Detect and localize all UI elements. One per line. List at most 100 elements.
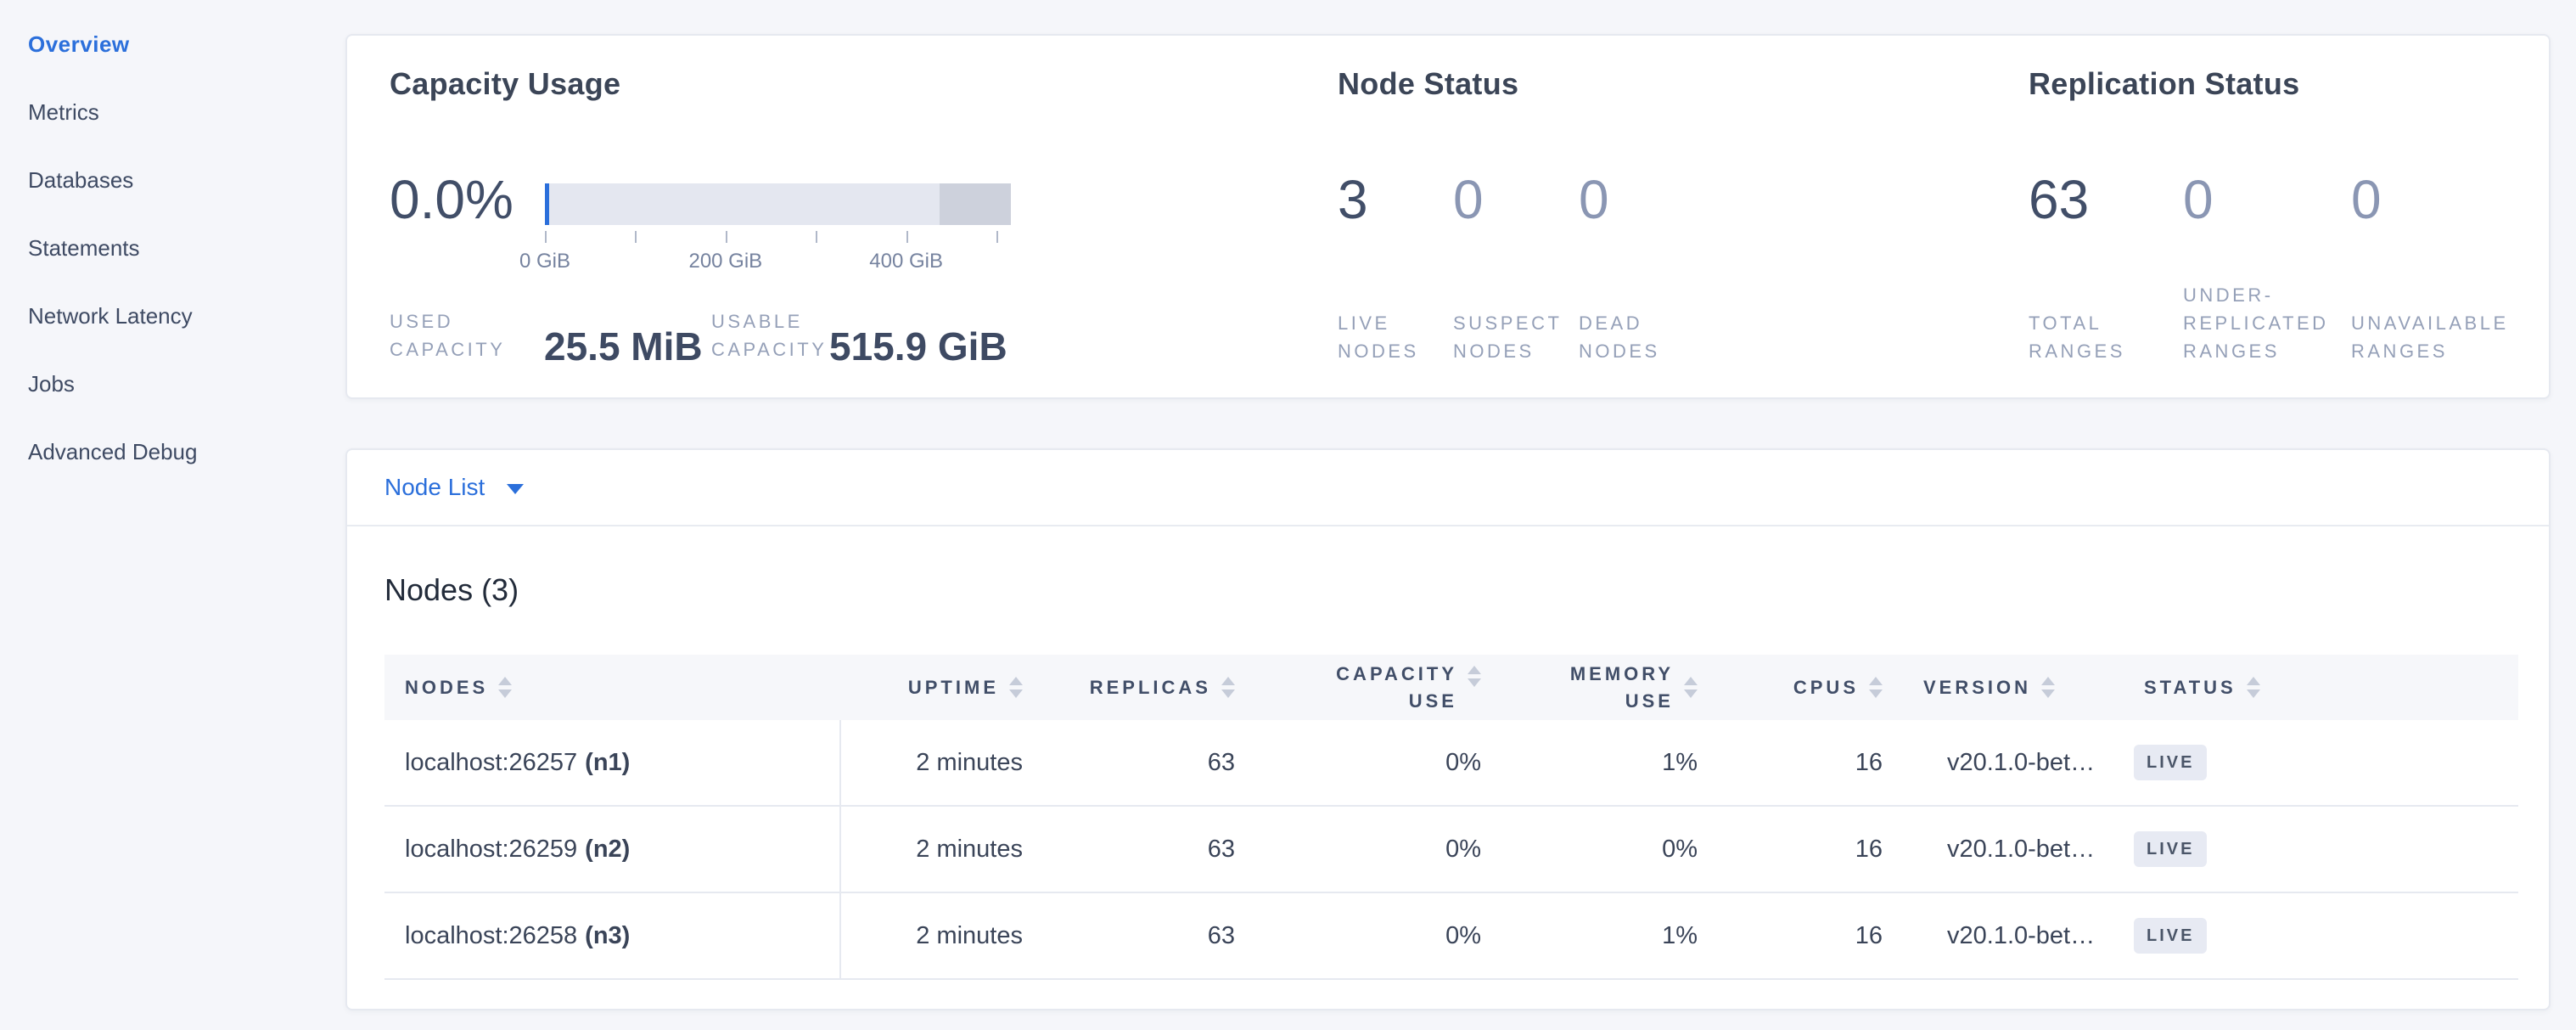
node-list-selector-label: Node List — [384, 474, 485, 501]
sort-icon — [1869, 677, 1883, 698]
sort-desc-icon — [2247, 689, 2260, 698]
axis-tick — [906, 231, 908, 243]
column-header-replicas[interactable]: REPLICAS — [1043, 674, 1255, 701]
cell-node-name[interactable]: localhost:26257(n1) — [384, 720, 839, 805]
sort-icon — [1684, 677, 1698, 698]
column-header-label: VERSION — [1923, 674, 2031, 701]
nodes-table-body: localhost:26257(n1)2 minutes630%1%16v20.… — [384, 720, 2518, 980]
node-status-section: Node Status 3LIVENODES0SUSPECTNODES0DEAD… — [1338, 36, 2025, 397]
column-header-label: CAPACITYUSE — [1336, 661, 1457, 715]
cell-memory-use: 1% — [1501, 720, 1718, 805]
capacity-usage-section: Capacity Usage 0.0% 0 GiB200 GiB400 GiB … — [390, 36, 1332, 397]
sidebar-item-metrics[interactable]: Metrics — [0, 78, 345, 146]
stat-value: 0 — [2351, 172, 2509, 228]
capacity-stat-usable-capacity: USABLECAPACITY515.9 GiB — [711, 307, 1007, 363]
stat-label: DEADNODES — [1579, 309, 1660, 365]
table-row: localhost:26257(n1)2 minutes630%1%16v20.… — [384, 720, 2518, 807]
column-header-label: STATUS — [2144, 674, 2236, 701]
sidebar-item-databases[interactable]: Databases — [0, 146, 345, 214]
sort-asc-icon — [2041, 677, 2055, 685]
sort-desc-icon — [498, 689, 512, 698]
stat-value: 3 — [1338, 172, 1453, 228]
stat-label: TOTALRANGES — [2029, 309, 2183, 365]
sidebar-item-jobs[interactable]: Jobs — [0, 350, 345, 418]
axis-tick — [545, 231, 547, 243]
sort-desc-icon — [2041, 689, 2055, 698]
capacity-stat-value: 515.9 GiB — [829, 329, 1007, 366]
cell-version: v20.1.0-bet… — [1903, 807, 2124, 892]
node-list-view-selector[interactable]: Node List — [384, 474, 524, 501]
sort-icon — [1468, 666, 1481, 687]
column-header-capacity-use[interactable]: CAPACITYUSE — [1255, 661, 1501, 715]
table-row: localhost:26258(n3)2 minutes630%1%16v20.… — [384, 893, 2518, 980]
sort-asc-icon — [1468, 666, 1481, 674]
status-badge: LIVE — [2134, 831, 2207, 867]
cell-uptime: 2 minutes — [839, 807, 1043, 892]
stat-value: 63 — [2029, 172, 2183, 228]
cell-capacity-use: 0% — [1255, 893, 1501, 978]
sidebar-item-statements[interactable]: Statements — [0, 214, 345, 282]
cell-capacity-use: 0% — [1255, 720, 1501, 805]
cell-uptime: 2 minutes — [839, 893, 1043, 978]
stat-under-replicated-ranges: 0 UNDER-REPLICATEDRANGES — [2183, 172, 2351, 365]
capacity-bar-used-segment — [545, 183, 549, 225]
stat-total-ranges: 63 TOTALRANGES — [2029, 172, 2183, 365]
column-header-label: REPLICAS — [1090, 674, 1211, 701]
table-row: localhost:26259(n2)2 minutes630%0%16v20.… — [384, 807, 2518, 893]
column-header-label: UPTIME — [908, 674, 999, 701]
cell-status: LIVE — [2124, 807, 2518, 892]
capacity-axis-ticks — [545, 231, 1011, 248]
nodes-heading: Nodes (3) — [384, 572, 2549, 608]
stat-value: 0 — [1453, 172, 1579, 228]
axis-tick — [726, 231, 727, 243]
column-header-memory-use[interactable]: MEMORY USE — [1501, 661, 1718, 715]
column-header-version[interactable]: VERSION — [1903, 674, 2124, 701]
capacity-bar-chart: 0 GiB200 GiB400 GiB — [545, 183, 1011, 273]
cell-node-name[interactable]: localhost:26258(n3) — [384, 893, 839, 978]
capacity-stat-label: USABLECAPACITY — [711, 307, 829, 363]
capacity-bar-track — [545, 183, 1011, 225]
cell-memory-use: 1% — [1501, 893, 1718, 978]
sort-desc-icon — [1009, 689, 1023, 698]
axis-tick-label: 400 GiB — [869, 250, 943, 273]
axis-tick-label: 200 GiB — [688, 250, 762, 273]
column-header-label: MEMORY USE — [1522, 661, 1674, 715]
sort-asc-icon — [1869, 677, 1883, 685]
sort-icon — [2247, 677, 2260, 698]
axis-tick — [635, 231, 637, 243]
node-list-card: Node List Nodes (3) NODES UPTIME REPLICAS C… — [345, 448, 2551, 1010]
column-header-nodes[interactable]: NODES — [384, 674, 839, 701]
sidebar-item-overview[interactable]: Overview — [0, 10, 345, 78]
chevron-down-icon — [507, 484, 524, 494]
sidebar-item-advanced-debug[interactable]: Advanced Debug — [0, 418, 345, 486]
replication-status-title: Replication Status — [2029, 66, 2299, 102]
node-status-title: Node Status — [1338, 66, 1518, 102]
capacity-usage-title: Capacity Usage — [390, 66, 620, 102]
stat-value: 0 — [2183, 172, 2351, 228]
column-header-uptime[interactable]: UPTIME — [839, 674, 1043, 701]
stat-unavailable-ranges: 0UNAVAILABLERANGES — [2351, 172, 2509, 365]
cell-node-name[interactable]: localhost:26259(n2) — [384, 807, 839, 892]
sort-asc-icon — [2247, 677, 2260, 685]
stat-label: LIVENODES — [1338, 309, 1453, 365]
cell-uptime: 2 minutes — [839, 720, 1043, 805]
capacity-stat-value: 25.5 MiB — [544, 329, 703, 366]
sort-asc-icon — [1009, 677, 1023, 685]
column-header-cpus[interactable]: CPUS — [1718, 674, 1903, 701]
node-list-card-header: Node List — [347, 450, 2549, 526]
stat-dead-nodes: 0DEADNODES — [1579, 172, 1660, 365]
column-header-status[interactable]: STATUS — [2124, 674, 2518, 701]
capacity-bar-secondary-segment — [940, 183, 1011, 225]
stat-label: UNDER-REPLICATEDRANGES — [2183, 281, 2351, 365]
axis-tick-label: 0 GiB — [519, 250, 570, 273]
sort-icon — [1221, 677, 1235, 698]
status-badge: LIVE — [2134, 918, 2207, 954]
sort-asc-icon — [498, 677, 512, 685]
cluster-overview-card: Capacity Usage 0.0% 0 GiB200 GiB400 GiB … — [345, 34, 2551, 399]
cell-capacity-use: 0% — [1255, 807, 1501, 892]
column-header-label: CPUS — [1793, 674, 1859, 701]
cell-replicas: 63 — [1043, 720, 1255, 805]
sort-icon — [2041, 677, 2055, 698]
sidebar-item-network-latency[interactable]: Network Latency — [0, 282, 345, 350]
capacity-stats: USEDCAPACITY25.5 MiBUSABLECAPACITY515.9 … — [390, 302, 1323, 363]
